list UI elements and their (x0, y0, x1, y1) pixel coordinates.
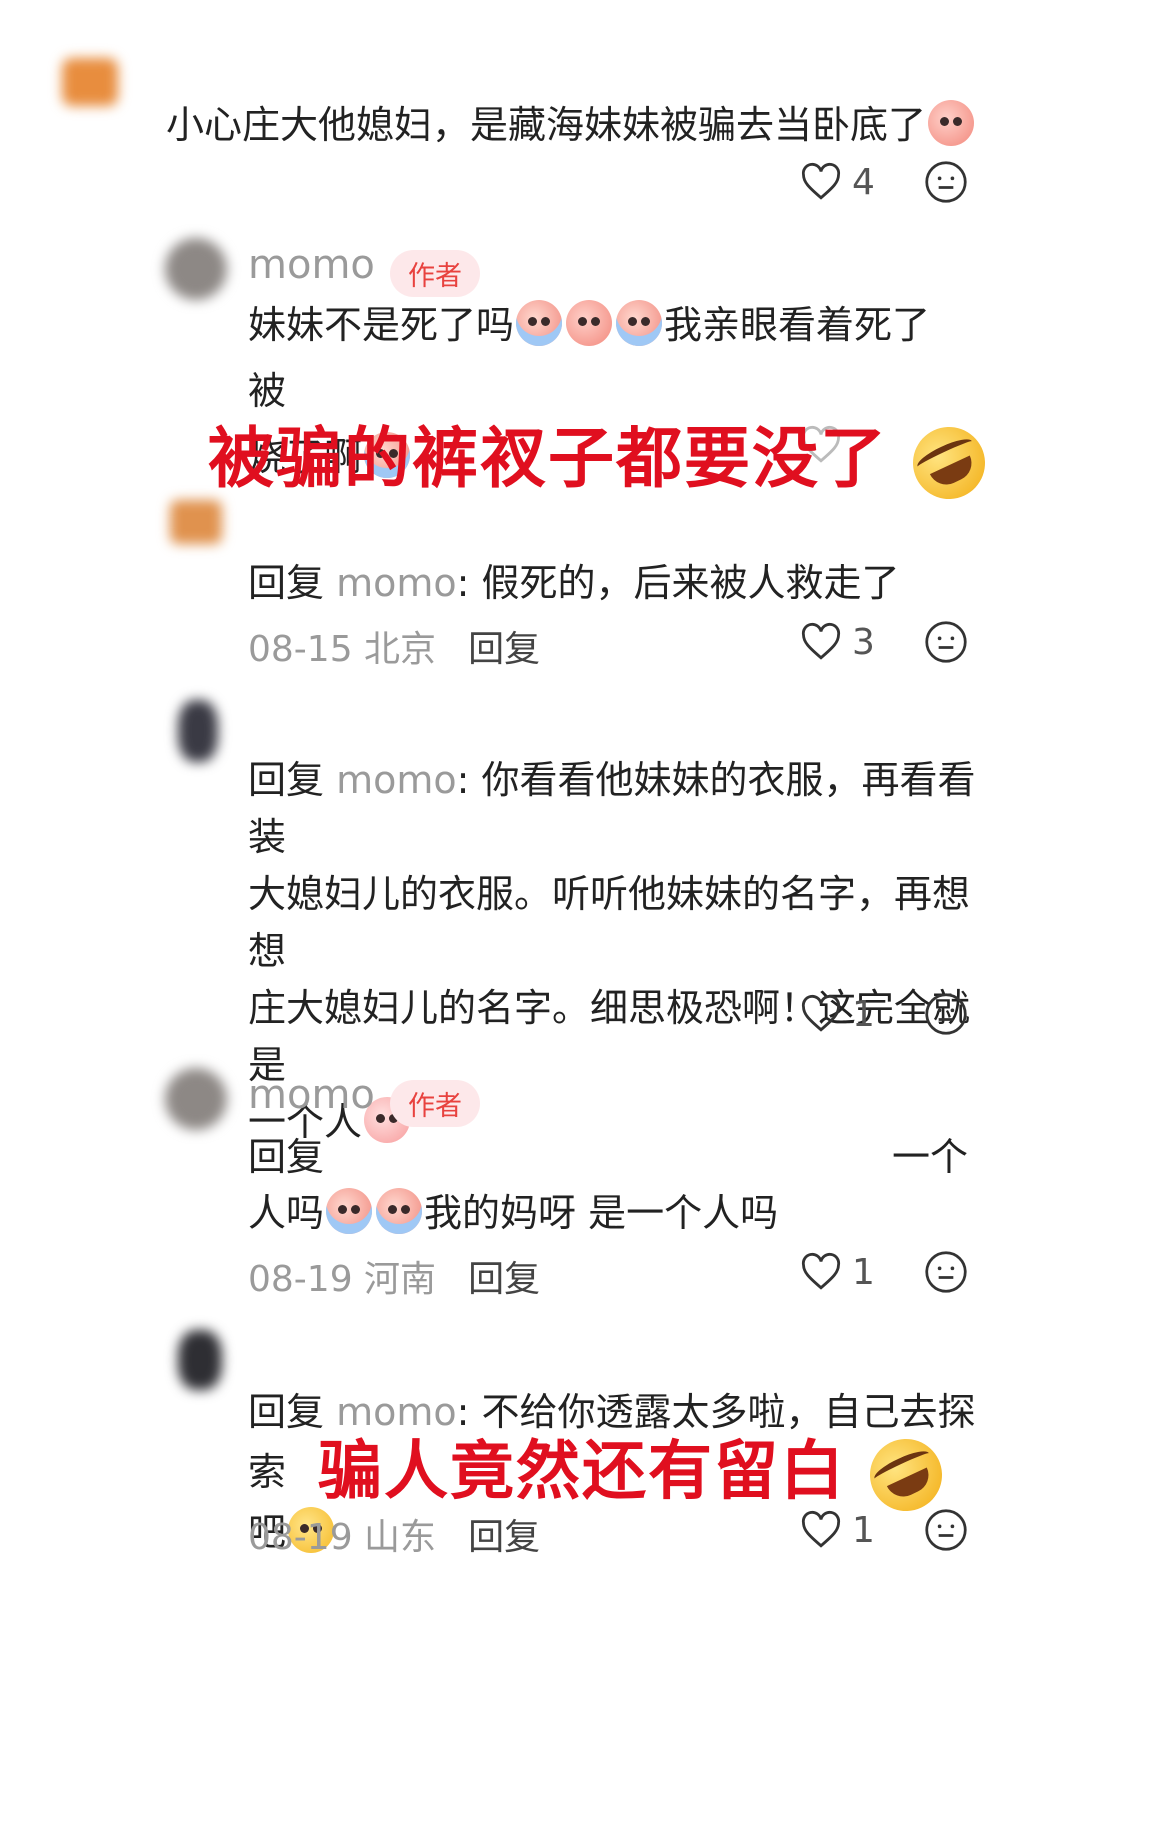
overlay-caption-text: 被骗的裤衩子都要没了 (208, 420, 888, 497)
sweat-emoji-icon (616, 300, 663, 346)
reply-actions: 1 (800, 1250, 968, 1294)
comment-body: 小心庄大他媳妇，是藏海妹妹被骗去当卧底了 (166, 103, 927, 147)
mention-link[interactable]: momo (336, 561, 457, 605)
reply-prefix: 回复 (248, 561, 337, 605)
like-count: 3 (852, 621, 875, 663)
sweat-emoji-icon (516, 300, 563, 346)
author-badge: 作者 (389, 250, 480, 297)
like-button[interactable]: 1 (800, 1252, 940, 1293)
like-button[interactable]: 4 (800, 162, 940, 203)
reply-text-tail: 一个 (892, 1124, 968, 1190)
username[interactable]: momo (248, 1072, 375, 1118)
reply-header: momo 作者 (248, 1072, 480, 1127)
reply-body-line2b: 我的妈呀 是一个人吗 (424, 1191, 779, 1235)
reply-body-line2: 人吗 (248, 1191, 325, 1235)
comment-actions: 4 (800, 160, 968, 204)
heart-icon (801, 622, 841, 660)
crying-emoji-icon (928, 100, 975, 146)
meh-face-icon[interactable] (924, 1250, 968, 1294)
rofl-emoji-icon (901, 415, 997, 511)
reply-body-line2: 大媳妇儿的衣服。听听他妹妹的名字，再想想 (248, 872, 971, 973)
like-button[interactable]: 1 (800, 994, 940, 1035)
reply-prefix: 回复 (248, 758, 337, 802)
crying-emoji-icon (376, 1188, 423, 1234)
reply-text-line2: 人吗 我的妈呀 是一个人吗 (248, 1180, 778, 1246)
crying-emoji-icon (326, 1188, 373, 1234)
meh-face-icon[interactable] (924, 160, 968, 204)
heart-icon (801, 994, 841, 1032)
reply-text: 回复 momo: 假死的，后来被人救走了 (248, 550, 900, 616)
pout-emoji-icon (566, 300, 613, 346)
meh-face-icon[interactable] (924, 620, 968, 664)
timestamp-location: 08-19 河南 (248, 1259, 437, 1300)
reply-meta: 08-19 河南 回复 (248, 1250, 540, 1302)
avatar[interactable] (165, 238, 227, 300)
avatar[interactable] (165, 1068, 227, 1130)
heart-icon (801, 162, 841, 200)
reply-button[interactable]: 回复 (468, 1259, 540, 1300)
reply-meta: 08-15 北京 回复 (248, 620, 540, 672)
timestamp-location: 08-19 山东 (248, 1517, 437, 1558)
timestamp-location: 08-15 北京 (248, 629, 437, 670)
like-count: 1 (852, 993, 875, 1035)
avatar[interactable] (62, 58, 118, 106)
avatar[interactable] (178, 1330, 222, 1390)
like-button[interactable]: 1 (800, 1510, 940, 1551)
avatar[interactable] (170, 500, 222, 544)
like-count: 1 (852, 1251, 875, 1293)
reply-header: momo 作者 (248, 242, 480, 297)
mention-link[interactable]: momo (336, 1390, 457, 1434)
reply-body: 妹妹不是死了吗 (248, 303, 515, 347)
username[interactable]: momo (248, 242, 375, 288)
overlay-caption: 骗人竟然还有留白 (318, 1427, 955, 1524)
meh-face-icon[interactable] (924, 992, 968, 1036)
reply-meta: 08-19 山东 回复 (248, 1508, 540, 1560)
reply-actions: 1 (800, 1508, 968, 1552)
overlay-caption-text: 骗人竟然还有留白 (318, 1435, 846, 1509)
overlay-caption: 被骗的裤衩子都要没了 (208, 415, 997, 511)
reply-prefix: 回复 (248, 1135, 325, 1179)
reply-body: : 假死的，后来被人救走了 (456, 561, 900, 605)
reply-button[interactable]: 回复 (468, 1517, 540, 1558)
reply-actions: 1 (800, 992, 968, 1036)
meh-face-icon[interactable] (924, 1508, 968, 1552)
heart-icon (801, 1510, 841, 1548)
rofl-emoji-icon (858, 1427, 955, 1524)
reply-actions: 3 (800, 620, 968, 664)
reply-button[interactable]: 回复 (468, 629, 540, 670)
reply-body: 一个 (892, 1135, 969, 1179)
like-count: 4 (852, 161, 875, 203)
comment-text: 小心庄大他媳妇，是藏海妹妹被骗去当卧底了 (166, 92, 976, 158)
like-count: 1 (852, 1509, 875, 1551)
heart-icon (801, 1252, 841, 1290)
avatar[interactable] (178, 700, 218, 762)
reply-prefix: 回复 (248, 1390, 337, 1434)
author-badge: 作者 (389, 1080, 480, 1127)
mention-link[interactable]: momo (336, 758, 457, 802)
like-button[interactable]: 3 (800, 622, 940, 663)
